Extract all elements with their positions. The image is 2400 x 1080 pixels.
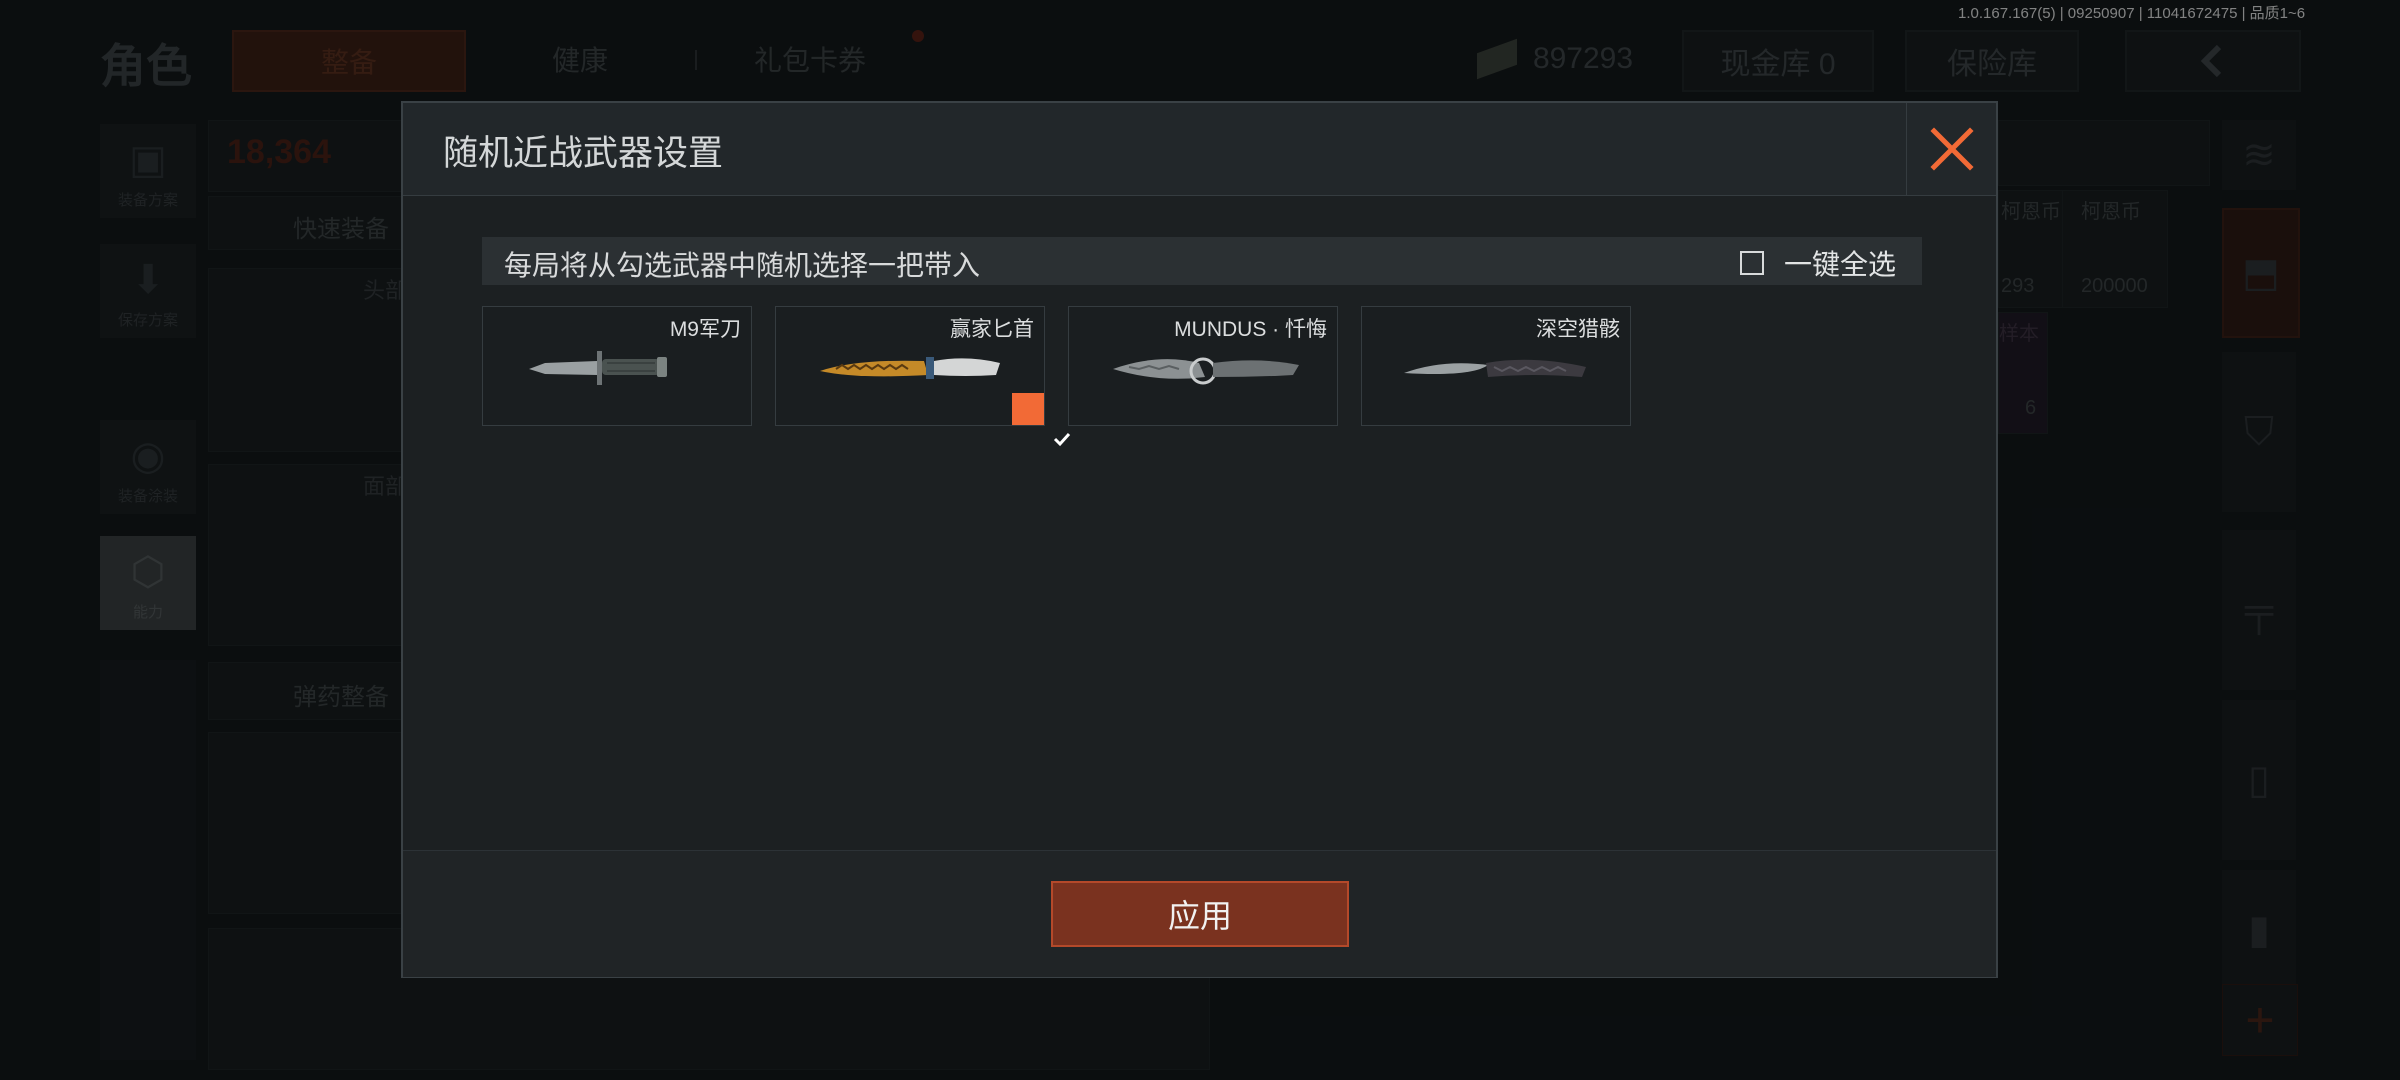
info-banner: 每局将从勾选武器中随机选择一把带入 一键全选	[482, 237, 1922, 285]
weapon-card-winner-dagger[interactable]: 赢家匕首	[775, 306, 1071, 447]
banner-text: 每局将从勾选武器中随机选择一把带入	[504, 250, 981, 281]
curved-blade-icon	[1404, 359, 1586, 377]
select-all-checkbox[interactable]	[1740, 251, 1764, 275]
random-melee-modal: 随机近战武器设置 每局将从勾选武器中随机选择一把带入 一键全选 M9军刀 赢家匕…	[401, 101, 1998, 978]
checked-mark[interactable]	[1012, 393, 1071, 447]
weapon-name: 深空猎骸	[1536, 318, 1620, 341]
select-all-toggle[interactable]: 一键全选	[1740, 243, 1896, 283]
close-icon	[1930, 127, 1974, 171]
modal-header: 随机近战武器设置	[403, 103, 1996, 196]
close-button[interactable]	[1906, 103, 1997, 195]
weapon-name: M9军刀	[669, 318, 741, 341]
engraved-blade-icon	[1113, 357, 1299, 385]
apply-button[interactable]: 应用	[1051, 881, 1349, 947]
weapon-card-deep-space[interactable]: 深空猎骸	[1361, 306, 1631, 426]
modal-title: 随机近战武器设置	[443, 134, 724, 173]
golden-dagger-icon	[820, 357, 1000, 379]
weapon-name: MUNDUS · 忏悔	[1174, 318, 1327, 341]
select-all-label: 一键全选	[1784, 249, 1897, 280]
check-icon	[1053, 432, 1071, 447]
weapon-card-m9[interactable]: M9军刀	[482, 306, 752, 426]
bayonet-icon	[529, 351, 667, 385]
weapon-card-mundus[interactable]: MUNDUS · 忏悔	[1068, 306, 1338, 426]
weapon-name: 赢家匕首	[950, 318, 1034, 341]
